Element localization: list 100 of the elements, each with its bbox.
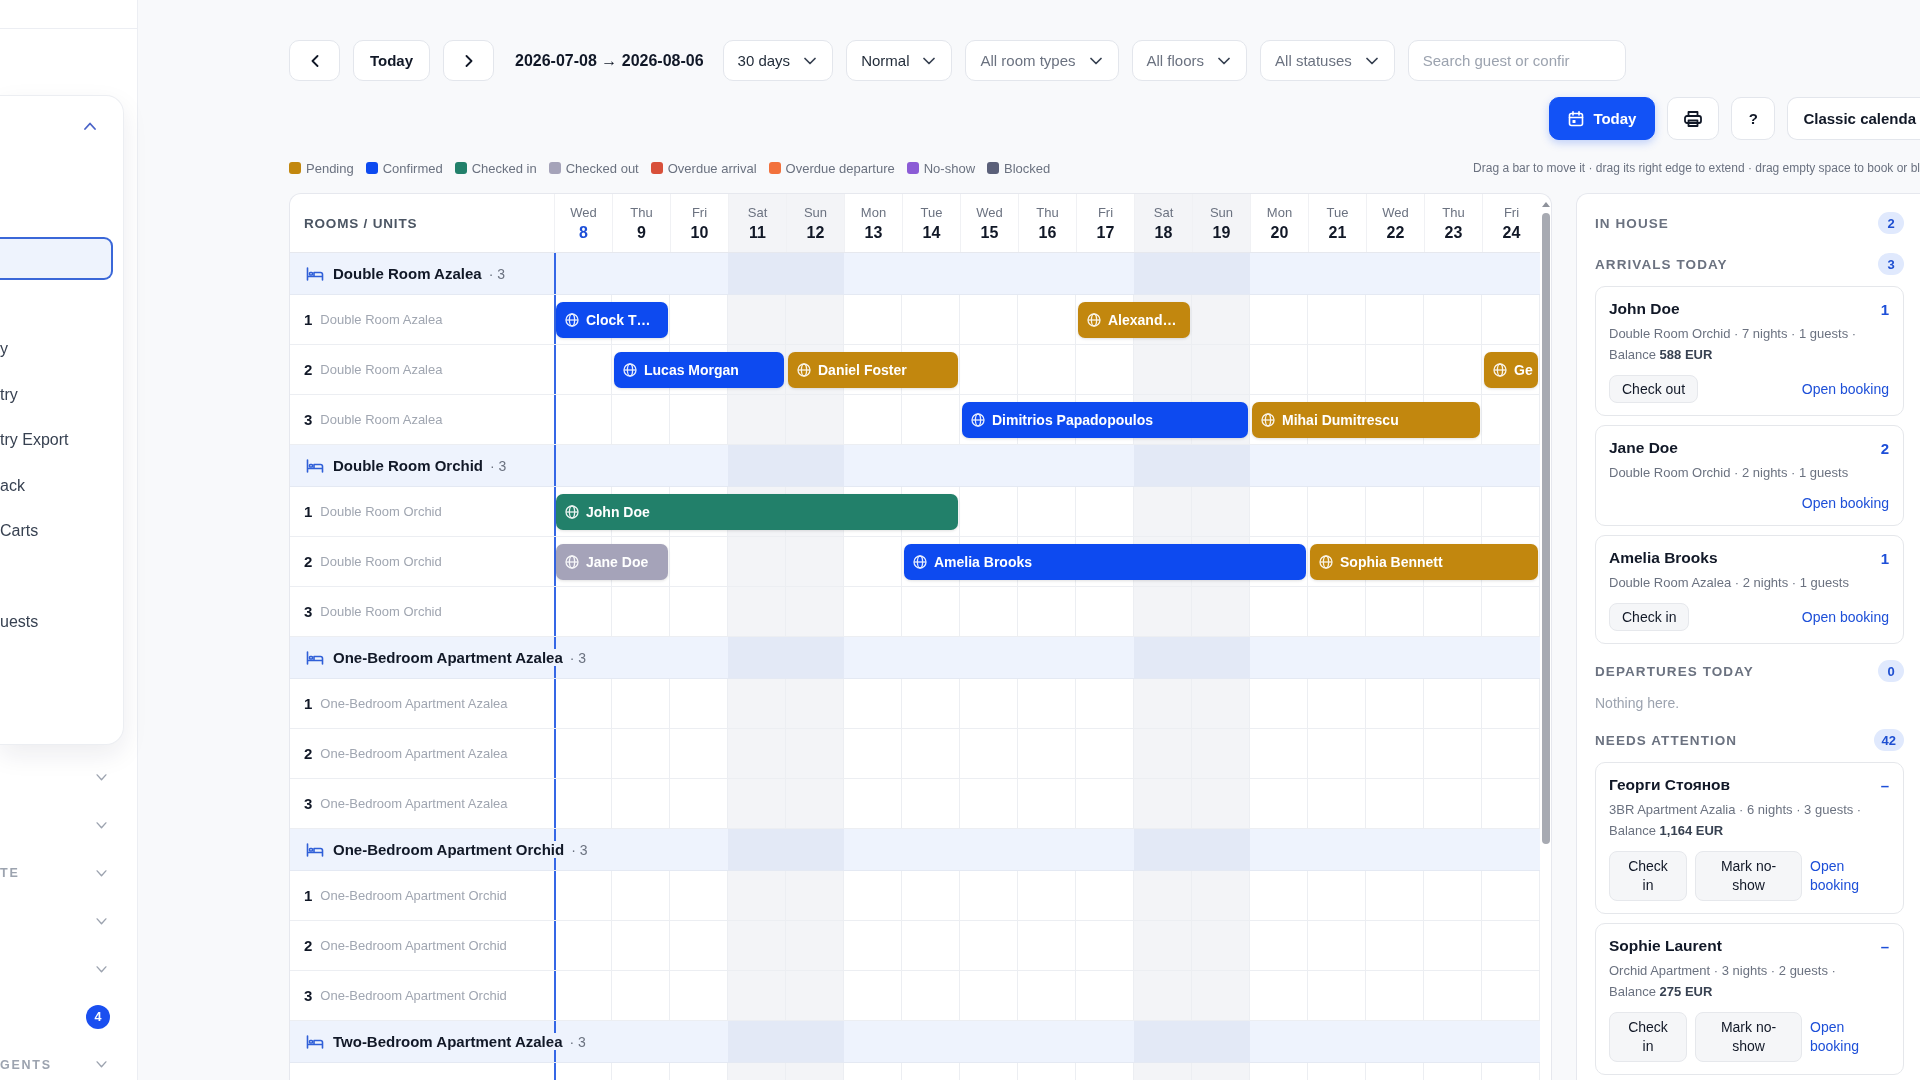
legend-label: Checked out bbox=[565, 160, 639, 176]
action-button[interactable]: Mark no-show bbox=[1695, 1012, 1802, 1062]
weekday-label: Wed bbox=[570, 204, 597, 220]
action-button[interactable]: Mark no-show bbox=[1695, 851, 1802, 901]
weekday-label: Wed bbox=[976, 204, 1003, 220]
search-field[interactable]: Search guest or confir bbox=[1407, 40, 1626, 81]
day-number: 13 bbox=[864, 223, 883, 242]
filter-dropdown[interactable]: All room types bbox=[965, 40, 1119, 81]
menu-item[interactable]: try bbox=[0, 385, 18, 404]
room-type-name: One-Bedroom Apartment Orchid bbox=[333, 841, 565, 858]
scroll-up-arrow-icon[interactable] bbox=[1541, 202, 1550, 207]
chevron-down-icon bbox=[1365, 56, 1378, 65]
chevron-down-icon[interactable] bbox=[96, 917, 107, 925]
globe-icon bbox=[1493, 363, 1507, 377]
unit-number: 2 bbox=[304, 745, 313, 762]
menu-item[interactable]: ack bbox=[0, 476, 25, 495]
unit-type-name: One-Bedroom Apartment Azalea bbox=[320, 696, 508, 711]
filter-dropdown[interactable]: 30 days bbox=[722, 40, 834, 81]
filter-dropdown[interactable]: Normal bbox=[846, 40, 953, 81]
unit-timeline-row[interactable]: John Doe bbox=[554, 487, 1540, 536]
day-number: 15 bbox=[980, 223, 999, 242]
chevron-up-icon[interactable] bbox=[84, 122, 96, 130]
day-number: 16 bbox=[1038, 223, 1057, 242]
action-button[interactable]: Check in bbox=[1609, 1012, 1687, 1062]
weekday-label: Sun bbox=[803, 204, 828, 220]
day-number: 22 bbox=[1386, 223, 1405, 242]
unit-timeline-row[interactable]: Lucas Morgan Daniel Foster Ge bbox=[554, 345, 1540, 394]
unit-number: 3 bbox=[304, 987, 313, 1004]
booking-bar[interactable]: John Doe bbox=[556, 494, 958, 530]
globe-icon bbox=[565, 505, 579, 519]
guest-name: Amelia Brooks bbox=[1609, 549, 1718, 567]
unit-number: 2 bbox=[304, 937, 313, 954]
chevron-down-icon bbox=[804, 56, 817, 65]
booking-bar[interactable]: Clock T… bbox=[556, 302, 668, 338]
unit-type-name: One-Bedroom Apartment Orchid bbox=[320, 888, 507, 903]
print-button[interactable] bbox=[1667, 97, 1720, 140]
menu-item[interactable] bbox=[0, 237, 113, 281]
hint-text: Drag a bar to move it · drag its right edge to extend · drag empty space to book or bl bbox=[1473, 161, 1920, 175]
unit-number: 1 bbox=[1880, 549, 1889, 567]
booking-details: Double Room Orchid · 2 nights · 1 guests bbox=[1609, 464, 1850, 482]
count-badge: 2 bbox=[1878, 212, 1904, 234]
booking-bar[interactable]: Amelia Brooks bbox=[904, 544, 1306, 580]
menu-item[interactable]: y bbox=[0, 340, 8, 359]
today-button[interactable]: Today bbox=[1549, 97, 1656, 140]
day-number: 23 bbox=[1444, 223, 1463, 242]
menu-item[interactable]: Carts bbox=[0, 522, 39, 541]
booking-details: 3BR Apartment Azalia · 6 nights · 3 guests · bbox=[1609, 801, 1863, 819]
booking-bar[interactable]: Dimitrios Papadopoulos bbox=[962, 402, 1248, 438]
globe-icon bbox=[797, 363, 811, 377]
menu-item[interactable]: try Export bbox=[0, 431, 69, 450]
chevron-down-icon[interactable] bbox=[96, 822, 107, 830]
globe-icon bbox=[1087, 313, 1101, 327]
next-button[interactable] bbox=[443, 40, 494, 81]
legend-label: Blocked bbox=[1004, 160, 1051, 176]
unit-timeline-row[interactable]: Dimitrios Papadopoulos Mihai Dumitrescu bbox=[554, 395, 1540, 444]
count-badge: 4 bbox=[86, 1004, 110, 1029]
filter-dropdown[interactable]: All floors bbox=[1131, 40, 1248, 81]
open-booking-link[interactable]: Open booking bbox=[1801, 379, 1889, 399]
open-booking-link[interactable]: Open booking bbox=[1801, 493, 1889, 513]
open-booking-link[interactable]: Open booking bbox=[1810, 1018, 1874, 1056]
unit-type-name: Double Room Azalea bbox=[320, 412, 443, 427]
chevron-down-icon bbox=[1089, 56, 1102, 65]
section-title: NEEDS ATTENTION bbox=[1595, 732, 1738, 748]
unit-timeline-row[interactable]: Jane Doe Amelia Brooks Sophia Bennett bbox=[554, 537, 1540, 586]
day-number: 18 bbox=[1154, 223, 1173, 242]
toolbar-button[interactable]: Classic calenda bbox=[1787, 97, 1920, 140]
chevron-down-icon[interactable] bbox=[96, 870, 107, 877]
bed-icon bbox=[306, 1034, 324, 1049]
today-button[interactable]: Today bbox=[353, 40, 430, 81]
legend-label: Overdue arrival bbox=[667, 160, 757, 176]
menu-item[interactable]: uests bbox=[0, 612, 39, 631]
chevron-down-icon[interactable] bbox=[96, 774, 107, 782]
open-booking-link[interactable]: Open booking bbox=[1801, 607, 1889, 627]
filter-dropdown[interactable]: All statuses bbox=[1260, 40, 1395, 81]
globe-icon bbox=[565, 313, 579, 327]
weekday-label: Mon bbox=[860, 204, 887, 220]
toolbar-button[interactable]: ? bbox=[1731, 97, 1776, 140]
action-button[interactable]: Check in bbox=[1609, 603, 1690, 631]
section-title: IN HOUSE bbox=[1595, 215, 1669, 231]
weekday-label: Thu bbox=[630, 204, 653, 220]
action-button[interactable]: Check out bbox=[1609, 375, 1699, 403]
action-button[interactable]: Check in bbox=[1609, 851, 1687, 901]
bed-icon bbox=[306, 458, 324, 473]
scrollbar-thumb[interactable] bbox=[1541, 213, 1550, 844]
unit-type-name: Double Room Orchid bbox=[320, 504, 442, 519]
previous-button[interactable] bbox=[289, 40, 340, 81]
chevron-down-icon[interactable] bbox=[96, 965, 107, 973]
chevron-down-icon[interactable] bbox=[96, 1061, 107, 1069]
section-label: GENTS bbox=[0, 1057, 52, 1072]
balance-text: Balance 275 EUR bbox=[1609, 983, 1714, 1001]
day-number: 19 bbox=[1212, 223, 1231, 242]
unit-timeline-row[interactable]: Clock T… Alexand… bbox=[554, 295, 1540, 344]
weekday-label: Mon bbox=[1266, 204, 1293, 220]
unit-count: · 3 bbox=[490, 457, 507, 474]
day-number: 12 bbox=[806, 223, 825, 242]
open-booking-link[interactable]: Open booking bbox=[1810, 857, 1874, 895]
date-range: 2026-07-08 → 2026-08-06 bbox=[515, 51, 704, 70]
legend-label: Overdue departure bbox=[785, 160, 895, 176]
legend-label: Checked in bbox=[471, 160, 537, 176]
booking-bar[interactable]: Lucas Morgan bbox=[614, 352, 784, 388]
